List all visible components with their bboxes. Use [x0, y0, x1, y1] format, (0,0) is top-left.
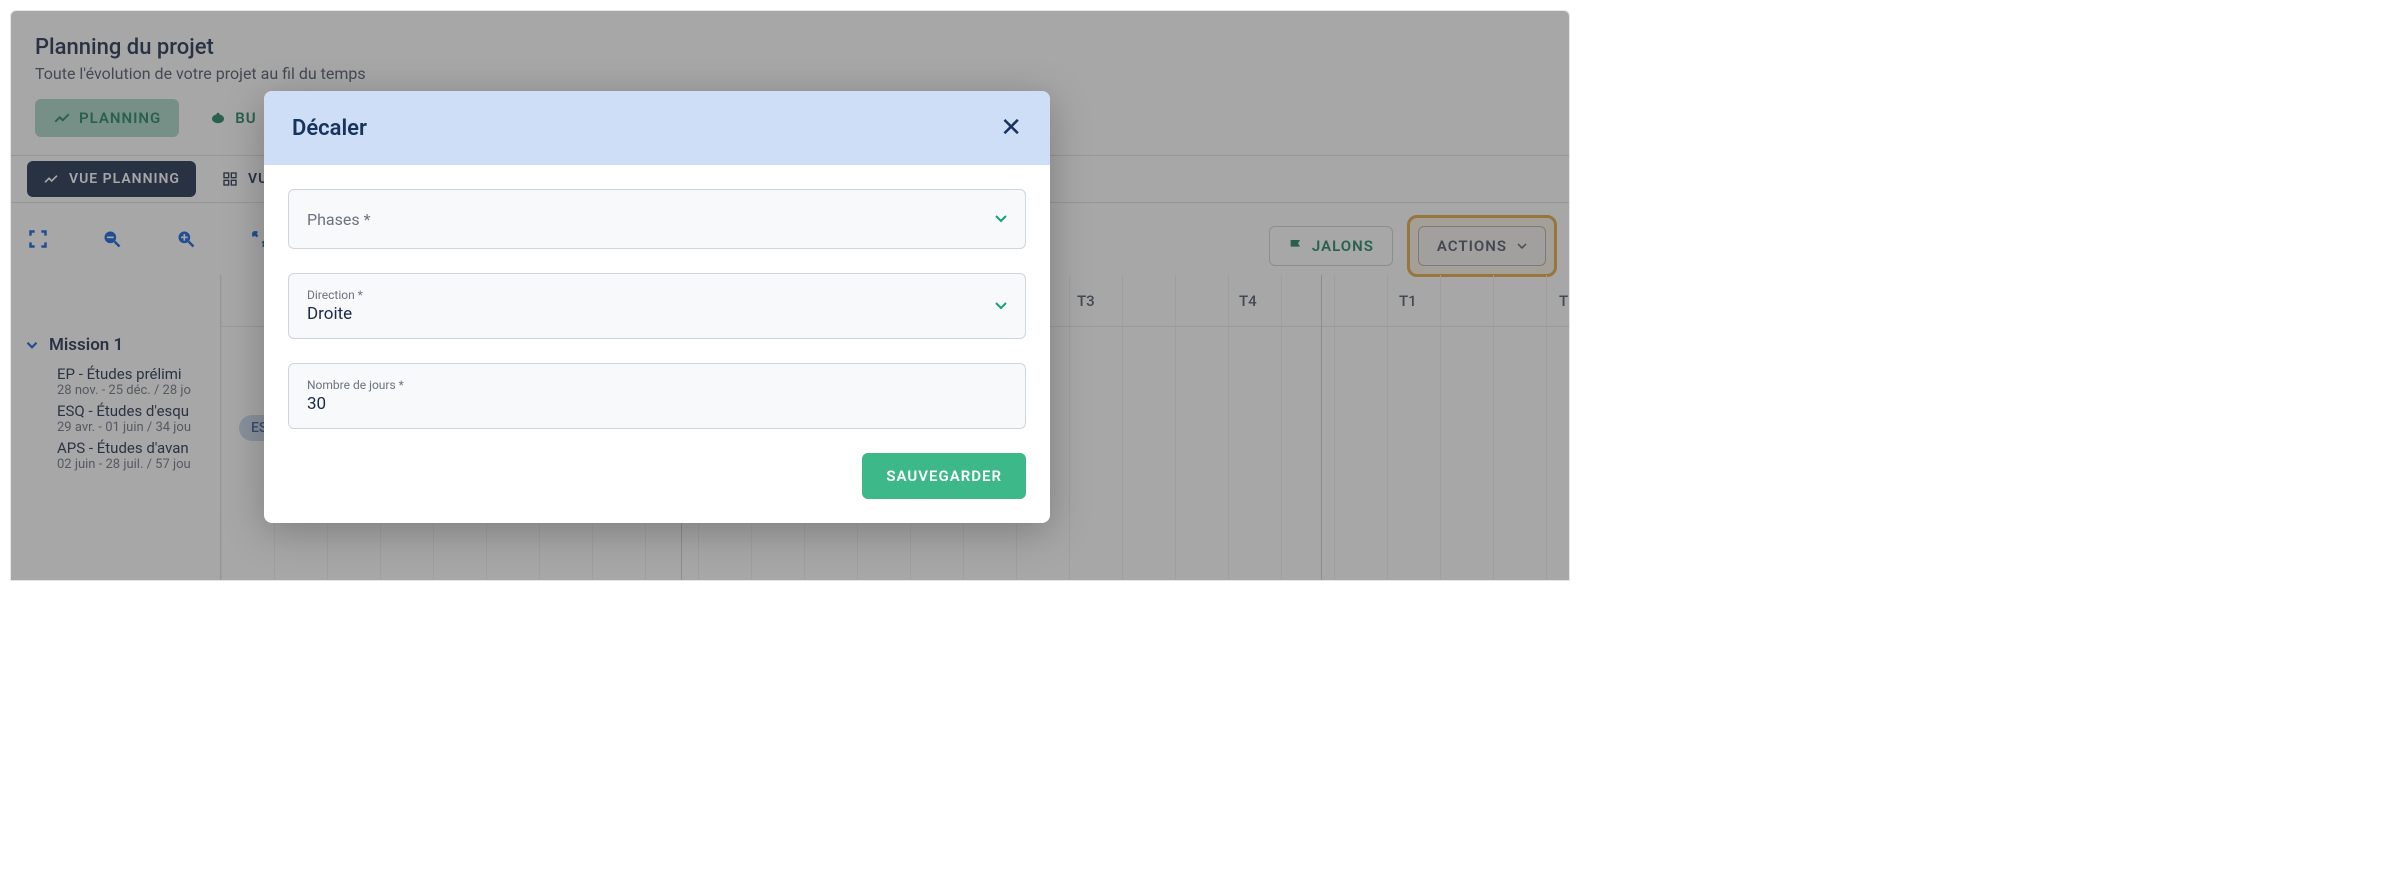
days-input[interactable]: Nombre de jours * 30 [288, 363, 1026, 429]
phases-label: Phases * [307, 210, 370, 229]
app-window: Planning du projet Toute l'évolution de … [10, 10, 1570, 581]
modal-body: Phases * Direction * Droite Nombre de jo… [264, 165, 1050, 453]
caret-down-icon [995, 215, 1007, 223]
modal-title: Décaler [292, 116, 367, 141]
caret-down-icon [995, 302, 1007, 310]
days-label: Nombre de jours * [307, 378, 1007, 392]
direction-label: Direction * [307, 288, 1007, 302]
direction-value: Droite [307, 304, 1007, 324]
shift-modal: Décaler ✕ Phases * Direction * Droite No… [264, 91, 1050, 523]
phases-select[interactable]: Phases * [288, 189, 1026, 249]
close-icon[interactable]: ✕ [1000, 113, 1022, 143]
days-value: 30 [307, 394, 1007, 414]
modal-footer: SAUVEGARDER [264, 453, 1050, 523]
direction-select[interactable]: Direction * Droite [288, 273, 1026, 339]
save-button[interactable]: SAUVEGARDER [862, 453, 1026, 499]
modal-header: Décaler ✕ [264, 91, 1050, 165]
